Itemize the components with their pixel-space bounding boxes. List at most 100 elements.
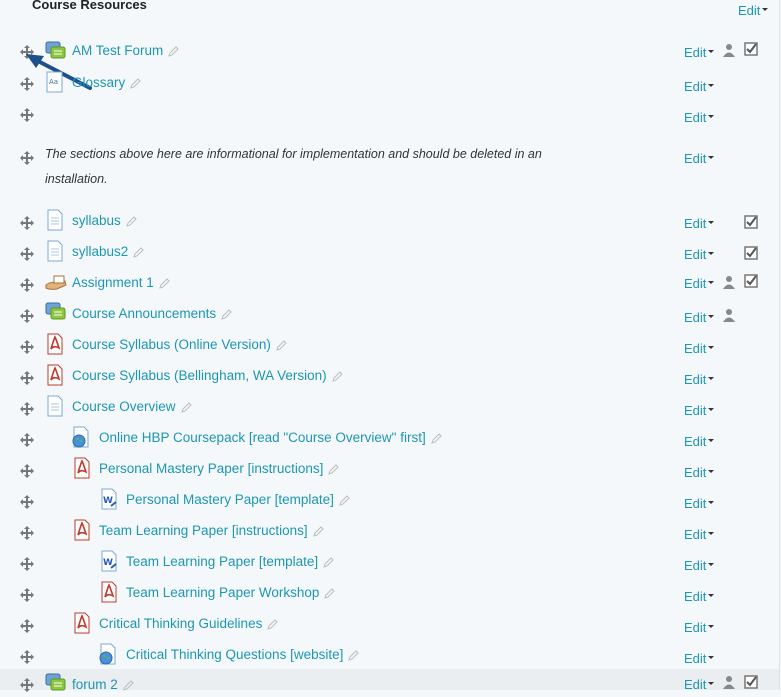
edit-menu[interactable]: Edit bbox=[684, 589, 715, 604]
edit-title-icon[interactable] bbox=[312, 526, 324, 537]
move-icon[interactable] bbox=[20, 216, 34, 230]
activity-name[interactable]: Personal Mastery Paper [template] bbox=[126, 492, 334, 507]
move-icon[interactable] bbox=[20, 526, 34, 540]
activity-link[interactable]: Assignment 1 bbox=[72, 275, 170, 290]
completion-checkbox-icon[interactable] bbox=[744, 246, 758, 260]
edit-menu[interactable]: Edit bbox=[684, 79, 715, 94]
edit-label[interactable]: Edit bbox=[684, 465, 706, 480]
activity-link[interactable]: Team Learning Paper Workshop bbox=[126, 585, 336, 600]
edit-menu[interactable]: Edit bbox=[684, 558, 715, 573]
edit-label[interactable]: Edit bbox=[684, 79, 706, 94]
edit-label[interactable]: Edit bbox=[684, 45, 706, 60]
activity-name[interactable]: Assignment 1 bbox=[72, 275, 154, 290]
move-icon[interactable] bbox=[20, 278, 34, 292]
edit-label[interactable]: Edit bbox=[684, 496, 706, 511]
move-icon[interactable] bbox=[20, 433, 34, 447]
edit-label[interactable]: Edit bbox=[684, 247, 706, 262]
edit-label[interactable]: Edit bbox=[684, 341, 706, 356]
completion-checkbox-icon[interactable] bbox=[744, 675, 758, 689]
edit-menu[interactable]: Edit bbox=[684, 465, 715, 480]
edit-label[interactable]: Edit bbox=[684, 589, 706, 604]
move-icon[interactable] bbox=[20, 557, 34, 571]
edit-title-icon[interactable] bbox=[267, 619, 279, 630]
completion-checkbox-icon[interactable] bbox=[744, 274, 758, 288]
activity-link[interactable]: syllabus2 bbox=[72, 244, 144, 259]
activity-name[interactable]: Course Syllabus (Online Version) bbox=[72, 337, 271, 352]
activity-name[interactable]: Team Learning Paper [template] bbox=[126, 554, 318, 569]
edit-menu[interactable]: Edit bbox=[684, 110, 715, 125]
edit-label[interactable]: Edit bbox=[684, 276, 706, 291]
activity-link[interactable]: Course Announcements bbox=[72, 306, 232, 321]
edit-label[interactable]: Edit bbox=[684, 434, 706, 449]
move-icon[interactable] bbox=[20, 247, 34, 261]
edit-label[interactable]: Edit bbox=[684, 620, 706, 635]
activity-link[interactable]: Online HBP Coursepack [read "Course Over… bbox=[99, 430, 442, 445]
edit-title-icon[interactable] bbox=[276, 340, 287, 351]
activity-link[interactable]: Course Syllabus (Online Version) bbox=[72, 337, 287, 352]
move-icon[interactable] bbox=[20, 495, 34, 509]
edit-title-icon[interactable] bbox=[168, 46, 179, 57]
edit-label[interactable]: Edit bbox=[684, 110, 706, 125]
edit-title-icon[interactable] bbox=[133, 247, 144, 258]
move-icon[interactable] bbox=[20, 108, 34, 122]
activity-name[interactable]: Critical Thinking Questions [website] bbox=[126, 647, 343, 662]
edit-menu[interactable]: Edit bbox=[684, 496, 715, 511]
edit-title-icon[interactable] bbox=[180, 402, 192, 413]
edit-title-icon[interactable] bbox=[339, 495, 350, 506]
edit-menu[interactable]: Edit bbox=[684, 151, 715, 166]
edit-menu[interactable]: Edit bbox=[684, 247, 715, 262]
activity-name[interactable]: Course Overview bbox=[72, 399, 176, 414]
edit-title-icon[interactable] bbox=[324, 588, 336, 599]
section-edit-menu[interactable]: Edit bbox=[738, 3, 769, 18]
activity-link[interactable]: Critical Thinking Questions [website] bbox=[126, 647, 360, 662]
activity-link[interactable]: Team Learning Paper [template] bbox=[126, 554, 334, 569]
edit-label[interactable]: Edit bbox=[684, 310, 706, 325]
activity-name[interactable]: Course Syllabus (Bellingham, WA Version) bbox=[72, 368, 327, 383]
edit-menu[interactable]: Edit bbox=[684, 310, 715, 325]
activity-name[interactable]: syllabus bbox=[72, 213, 121, 228]
section-edit-label[interactable]: Edit bbox=[738, 3, 760, 18]
activity-link[interactable]: Team Learning Paper [instructions] bbox=[99, 523, 324, 538]
activity-name[interactable]: Team Learning Paper Workshop bbox=[126, 585, 319, 600]
move-icon[interactable] bbox=[20, 340, 34, 354]
edit-title-icon[interactable] bbox=[331, 371, 343, 382]
edit-title-icon[interactable] bbox=[221, 309, 232, 320]
group-mode-icon[interactable] bbox=[722, 675, 736, 689]
move-icon[interactable] bbox=[20, 309, 34, 323]
edit-label[interactable]: Edit bbox=[684, 558, 706, 573]
move-icon[interactable] bbox=[20, 77, 34, 91]
activity-link[interactable]: Course Overview bbox=[72, 399, 192, 414]
edit-label[interactable]: Edit bbox=[684, 216, 706, 231]
edit-label[interactable]: Edit bbox=[684, 403, 706, 418]
edit-menu[interactable]: Edit bbox=[684, 341, 715, 356]
activity-name[interactable]: Online HBP Coursepack [read "Course Over… bbox=[99, 430, 426, 445]
move-icon[interactable] bbox=[20, 371, 34, 385]
edit-label[interactable]: Edit bbox=[684, 151, 706, 166]
move-icon[interactable] bbox=[20, 619, 34, 633]
edit-menu[interactable]: Edit bbox=[684, 527, 715, 542]
edit-title-icon[interactable] bbox=[122, 680, 134, 691]
activity-link[interactable]: syllabus bbox=[72, 213, 137, 228]
edit-menu[interactable]: Edit bbox=[684, 651, 715, 666]
completion-checkbox-icon[interactable] bbox=[744, 215, 758, 229]
edit-menu[interactable]: Edit bbox=[684, 372, 715, 387]
move-icon[interactable] bbox=[20, 402, 34, 416]
activity-name[interactable]: Critical Thinking Guidelines bbox=[99, 616, 262, 631]
activity-name[interactable]: Team Learning Paper [instructions] bbox=[99, 523, 308, 538]
activity-name[interactable]: syllabus2 bbox=[72, 244, 128, 259]
move-icon[interactable] bbox=[20, 151, 34, 165]
edit-title-icon[interactable] bbox=[430, 433, 442, 444]
completion-checkbox-icon[interactable] bbox=[744, 42, 758, 56]
activity-link[interactable]: Personal Mastery Paper [template] bbox=[126, 492, 350, 507]
activity-name[interactable]: Course Announcements bbox=[72, 306, 216, 321]
edit-title-icon[interactable] bbox=[328, 464, 340, 475]
edit-menu[interactable]: Edit bbox=[684, 434, 715, 449]
activity-name[interactable]: Personal Mastery Paper [instructions] bbox=[99, 461, 323, 476]
edit-label[interactable]: Edit bbox=[684, 651, 706, 666]
move-icon[interactable] bbox=[20, 650, 34, 664]
edit-label[interactable]: Edit bbox=[684, 372, 706, 387]
edit-title-icon[interactable] bbox=[159, 278, 170, 289]
activity-name[interactable]: Glossary bbox=[72, 75, 125, 90]
activity-link[interactable]: Glossary bbox=[72, 75, 141, 90]
group-mode-icon[interactable] bbox=[722, 275, 736, 289]
